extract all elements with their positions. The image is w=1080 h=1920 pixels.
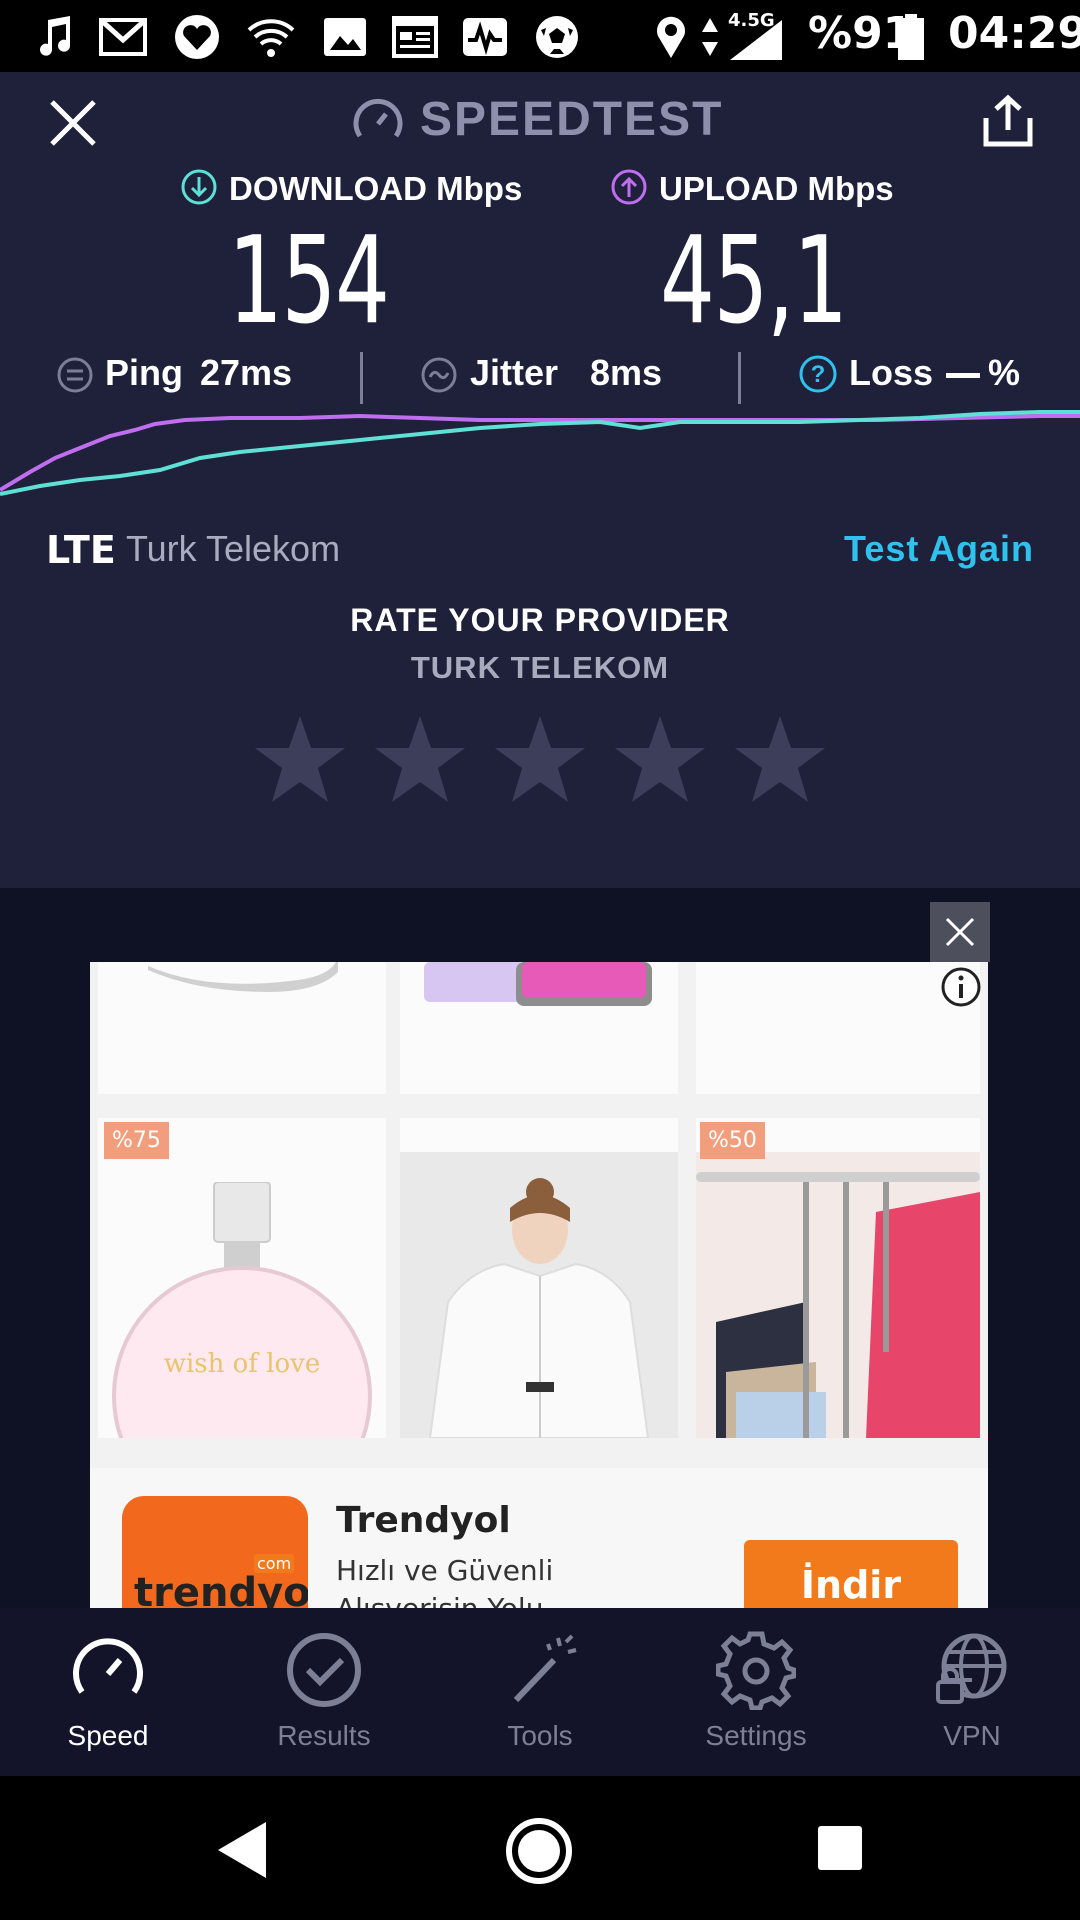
globe-lock-icon — [936, 1633, 1007, 1704]
rate-provider-name: TURK TELEKOM — [410, 650, 670, 685]
loss-label: Loss — [849, 352, 934, 393]
nav-label: Results — [277, 1720, 371, 1751]
nav-tools[interactable]: Tools — [432, 1608, 648, 1776]
data-arrows-icon — [702, 18, 718, 56]
check-circle-icon — [287, 1633, 361, 1707]
clock: 04:29 — [948, 8, 1080, 59]
ad-close-button[interactable] — [930, 902, 990, 962]
ad-banner[interactable]: %75 wish of love %50 com trendyol Trendy… — [90, 962, 988, 1608]
install-button[interactable]: İndir — [744, 1540, 958, 1608]
star-icon[interactable] — [370, 710, 470, 810]
perfume-label: wish of love — [164, 1349, 321, 1379]
product-card[interactable]: %75 wish of love — [98, 1118, 386, 1438]
jitter-icon — [421, 357, 457, 393]
svg-text:?: ? — [811, 361, 826, 388]
nav-label: VPN — [943, 1720, 1001, 1751]
close-icon — [945, 917, 975, 947]
discount-badge: %75 — [104, 1122, 169, 1159]
magic-wand-icon — [513, 1634, 577, 1703]
jitter-value: 8ms — [590, 352, 663, 393]
ping-value: 27ms — [200, 352, 293, 393]
activity-icon — [463, 18, 507, 56]
phone-image — [424, 962, 652, 1006]
product-card[interactable] — [400, 1118, 678, 1438]
ad-description: Hızlı ve Güvenli Alışverişin Yolu — [336, 1554, 554, 1608]
trendyol-logo: com trendyol — [122, 1496, 308, 1608]
download-value: 154 — [228, 212, 390, 351]
logo-text: trendyol — [134, 1570, 308, 1608]
upload-value: 45,1 — [660, 212, 848, 351]
jitter-label: Jitter — [470, 352, 559, 393]
loss-dash — [946, 373, 980, 378]
hanger-image — [696, 1152, 980, 1438]
star-icon[interactable] — [490, 710, 590, 810]
divider — [360, 352, 363, 404]
shoe-image — [148, 962, 338, 992]
bottom-nav: Speed Results Tools Settings VPN — [0, 1608, 1080, 1776]
star-icon[interactable] — [730, 710, 830, 810]
nav-label: Settings — [705, 1720, 807, 1751]
download-label: DOWNLOAD Mbps — [229, 170, 523, 207]
help-icon[interactable]: ? — [798, 354, 838, 394]
product-card[interactable]: %50 — [696, 1118, 980, 1438]
star-icon[interactable] — [610, 710, 710, 810]
perfume-image: wish of love — [112, 1182, 372, 1438]
ad-brand-name: Trendyol — [336, 1500, 511, 1541]
divider — [738, 352, 741, 404]
system-nav-bar — [0, 1776, 1080, 1920]
ad-info-icon[interactable] — [940, 966, 982, 1008]
product-card[interactable] — [98, 962, 386, 1094]
recents-icon[interactable] — [816, 1824, 864, 1872]
location-pin-icon — [657, 16, 685, 58]
ping-icon — [57, 357, 93, 393]
status-bar: 4.5G %91 04:29 — [0, 0, 1080, 72]
wifi-icon — [247, 19, 295, 57]
back-icon[interactable] — [214, 1820, 270, 1880]
battery-icon — [898, 14, 924, 60]
rate-provider-title: RATE YOUR PROVIDER — [350, 602, 730, 638]
share-icon[interactable] — [982, 94, 1034, 148]
download-icon — [181, 169, 217, 205]
app-heart-icon — [175, 15, 219, 59]
nav-results[interactable]: Results — [216, 1608, 432, 1776]
product-card[interactable] — [696, 962, 980, 1094]
upload-icon — [611, 169, 647, 205]
ping-label: Ping — [105, 352, 183, 393]
discount-badge: %50 — [700, 1122, 765, 1159]
jacket-model-image — [400, 1152, 678, 1438]
nav-speed[interactable]: Speed — [0, 1608, 216, 1776]
test-again-button[interactable]: Test Again — [844, 528, 1034, 570]
speed-graph — [0, 410, 1080, 496]
star-icon[interactable] — [250, 710, 350, 810]
nav-vpn[interactable]: VPN — [864, 1608, 1080, 1776]
calendar-news-icon — [392, 16, 438, 58]
nav-label: Tools — [507, 1720, 573, 1751]
speedometer-icon — [353, 98, 403, 138]
signal-icon — [730, 20, 782, 60]
soccer-ball-icon — [536, 16, 578, 58]
app-title: SPEEDTEST — [420, 93, 724, 146]
image-icon — [324, 18, 366, 56]
loss-value: % — [988, 352, 1021, 393]
gear-icon — [716, 1631, 796, 1710]
gmail-icon — [99, 18, 147, 56]
music-note-icon — [40, 16, 70, 56]
upload-label: UPLOAD Mbps — [659, 170, 894, 207]
speedometer-icon — [73, 1638, 143, 1694]
carrier-name: Turk Telekom — [126, 528, 341, 569]
product-card[interactable] — [400, 962, 678, 1094]
nav-label: Speed — [67, 1720, 149, 1751]
upload-graph-line — [0, 413, 1080, 492]
close-icon[interactable] — [48, 98, 98, 148]
nav-settings[interactable]: Settings — [648, 1608, 864, 1776]
network-tech: LTE — [46, 528, 116, 572]
home-icon[interactable] — [504, 1816, 574, 1886]
